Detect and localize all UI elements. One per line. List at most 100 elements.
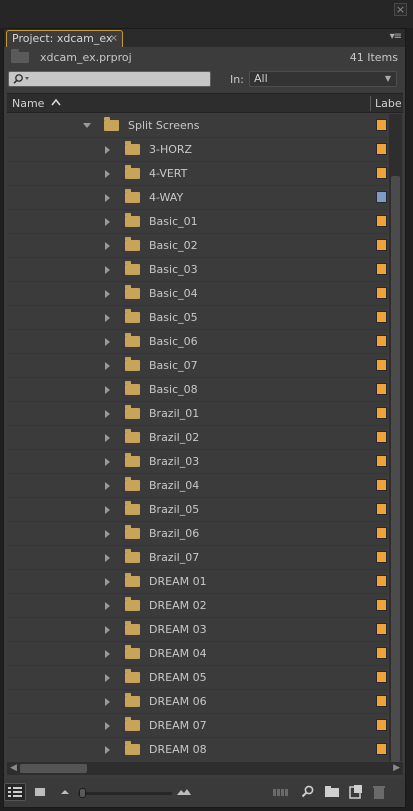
disclosure-collapsed-icon[interactable] [104,506,112,514]
tab-close-icon[interactable]: × [110,31,118,46]
list-item[interactable]: DREAM 06 [7,690,387,714]
disclosure-collapsed-icon[interactable] [104,458,112,466]
list-item[interactable]: Basic_04 [7,282,387,306]
automate-to-sequence-icon[interactable] [272,784,290,800]
list-item[interactable]: Split Screens [7,114,387,138]
scroll-left-icon[interactable]: ◀ [10,763,17,773]
new-item-icon[interactable] [348,784,364,800]
disclosure-collapsed-icon[interactable] [104,410,112,418]
label-color-swatch[interactable] [376,407,387,419]
list-item[interactable]: Basic_06 [7,330,387,354]
list-item[interactable]: Basic_01 [7,210,387,234]
label-color-swatch[interactable] [376,431,387,443]
list-item[interactable]: 3-HORZ [7,138,387,162]
label-color-swatch[interactable] [376,671,387,683]
disclosure-collapsed-icon[interactable] [104,434,112,442]
list-item[interactable]: DREAM 02 [7,594,387,618]
sort-ascending-icon[interactable] [51,98,61,107]
label-color-swatch[interactable] [376,455,387,467]
zoom-slider-track[interactable] [78,792,172,795]
list-item[interactable]: Brazil_04 [7,474,387,498]
find-icon[interactable] [300,784,316,800]
disclosure-collapsed-icon[interactable] [104,386,112,394]
list-item[interactable]: Brazil_06 [7,522,387,546]
horizontal-scroll-thumb[interactable] [20,764,87,773]
disclosure-collapsed-icon[interactable] [104,530,112,538]
disclosure-collapsed-icon[interactable] [104,554,112,562]
disclosure-collapsed-icon[interactable] [104,314,112,322]
disclosure-collapsed-icon[interactable] [104,482,112,490]
disclosure-collapsed-icon[interactable] [104,266,112,274]
disclosure-collapsed-icon[interactable] [104,746,112,754]
label-color-swatch[interactable] [376,119,387,131]
horizontal-scrollbar[interactable]: ◀ ▶ [7,762,403,775]
label-color-swatch[interactable] [376,239,387,251]
list-item[interactable]: DREAM 07 [7,714,387,738]
label-color-swatch[interactable] [376,143,387,155]
label-color-swatch[interactable] [376,359,387,371]
list-item[interactable]: Basic_08 [7,378,387,402]
window-close-icon[interactable]: × [394,3,407,16]
column-label[interactable]: Labe [375,97,403,110]
label-color-swatch[interactable] [376,647,387,659]
disclosure-collapsed-icon[interactable] [104,698,112,706]
label-color-swatch[interactable] [376,335,387,347]
label-color-swatch[interactable] [376,743,387,755]
panel-menu-icon[interactable]: ▾≡ [390,31,402,42]
label-color-swatch[interactable] [376,191,387,203]
in-filter-select[interactable]: All ▼ [249,71,397,87]
vertical-scrollbar[interactable] [389,114,402,762]
label-color-swatch[interactable] [376,695,387,707]
list-item[interactable]: DREAM 01 [7,570,387,594]
disclosure-collapsed-icon[interactable] [104,242,112,250]
list-item[interactable]: DREAM 04 [7,642,387,666]
new-bin-icon[interactable] [324,784,340,800]
list-item[interactable]: DREAM 05 [7,666,387,690]
label-color-swatch[interactable] [376,623,387,635]
zoom-out-icon[interactable] [59,784,71,800]
disclosure-collapsed-icon[interactable] [104,194,112,202]
disclosure-collapsed-icon[interactable] [104,578,112,586]
disclosure-collapsed-icon[interactable] [104,626,112,634]
disclosure-collapsed-icon[interactable] [104,674,112,682]
disclosure-collapsed-icon[interactable] [104,602,112,610]
search-input[interactable] [8,71,211,87]
label-color-swatch[interactable] [376,263,387,275]
list-item[interactable]: 4-WAY [7,186,387,210]
list-view-button[interactable] [4,783,26,801]
label-color-swatch[interactable] [376,575,387,587]
trash-icon[interactable] [372,784,386,800]
tab-project[interactable]: Project: xdcam_ex × [6,30,123,47]
disclosure-collapsed-icon[interactable] [104,722,112,730]
label-color-swatch[interactable] [376,551,387,563]
label-color-swatch[interactable] [376,311,387,323]
zoom-slider-knob[interactable] [79,788,86,798]
zoom-in-icon[interactable] [176,784,192,800]
disclosure-collapsed-icon[interactable] [104,290,112,298]
label-color-swatch[interactable] [376,527,387,539]
disclosure-collapsed-icon[interactable] [104,362,112,370]
label-color-swatch[interactable] [376,167,387,179]
list-item[interactable]: Basic_03 [7,258,387,282]
label-color-swatch[interactable] [376,383,387,395]
disclosure-collapsed-icon[interactable] [104,338,112,346]
label-color-swatch[interactable] [376,215,387,227]
label-color-swatch[interactable] [376,479,387,491]
label-color-swatch[interactable] [376,719,387,731]
disclosure-collapsed-icon[interactable] [104,218,112,226]
column-divider[interactable] [370,96,371,111]
list-item[interactable]: Brazil_01 [7,402,387,426]
scroll-right-icon[interactable]: ▶ [393,763,400,773]
label-color-swatch[interactable] [376,599,387,611]
list-item[interactable]: Brazil_03 [7,450,387,474]
column-name[interactable]: Name [12,97,44,110]
list-item[interactable]: DREAM 08 [7,738,387,760]
label-color-swatch[interactable] [376,503,387,515]
list-item[interactable]: DREAM 03 [7,618,387,642]
list-item[interactable]: Brazil_05 [7,498,387,522]
vertical-scroll-thumb[interactable] [391,176,400,762]
icon-view-icon[interactable] [33,784,47,800]
disclosure-collapsed-icon[interactable] [104,650,112,658]
label-color-swatch[interactable] [376,287,387,299]
list-item[interactable]: Brazil_02 [7,426,387,450]
